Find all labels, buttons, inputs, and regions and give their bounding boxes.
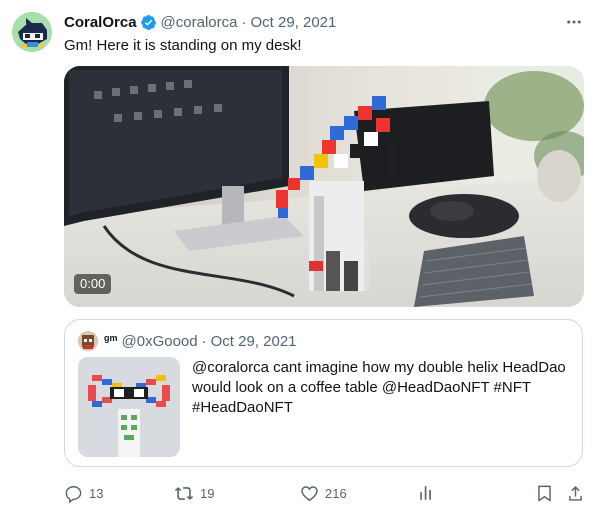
share-button[interactable]	[566, 482, 591, 504]
action-bar: 13 19 216	[64, 482, 586, 504]
bookmark-button[interactable]	[535, 482, 560, 504]
quote-date[interactable]: Oct 29, 2021	[211, 332, 297, 352]
like-button[interactable]: 216	[300, 482, 347, 504]
retweet-button[interactable]: 19	[174, 482, 214, 504]
tweet[interactable]: CoralOrca @coralorca · Oct 29, 2021 Gm! …	[0, 0, 600, 516]
reply-button[interactable]: 13	[64, 482, 103, 504]
quote-handle[interactable]: @0xGoood	[122, 332, 198, 352]
tweet-date[interactable]: Oct 29, 2021	[250, 14, 336, 31]
tweet-video[interactable]	[64, 66, 584, 307]
video-frame-image	[64, 66, 584, 307]
heart-icon	[301, 485, 318, 501]
quote-text: @coralorca cant imagine how my double he…	[192, 359, 566, 416]
handle[interactable]: @coralorca	[161, 14, 238, 31]
separator-dot: ·	[241, 13, 247, 31]
quote-tweet[interactable]: gm @0xGoood · Oct 29, 2021 @coralorca ca…	[64, 319, 583, 467]
display-name[interactable]: CoralOrca	[64, 14, 137, 31]
bookmark-icon	[538, 485, 551, 501]
tweet-text: Gm! Here it is standing on my desk!	[64, 37, 302, 54]
reply-count: 13	[89, 485, 104, 501]
like-count: 216	[325, 485, 347, 501]
views-button[interactable]	[418, 482, 442, 504]
quote-separator-dot: ·	[201, 333, 207, 350]
orca-avatar-image	[12, 12, 52, 52]
retweet-count: 19	[200, 485, 215, 501]
avatar[interactable]	[12, 12, 52, 52]
retweet-icon	[174, 486, 194, 500]
video-timestamp: 0:00	[74, 274, 112, 294]
views-icon	[420, 486, 431, 500]
more-icon[interactable]	[564, 12, 584, 32]
quote-display-name[interactable]: gm	[104, 328, 118, 348]
quote-thumbnail[interactable]	[78, 357, 180, 457]
quote-avatar[interactable]	[78, 331, 98, 351]
verified-badge-icon	[140, 14, 156, 30]
share-icon	[569, 485, 582, 501]
tweet-header: CoralOrca @coralorca · Oct 29, 2021	[64, 12, 336, 32]
quote-header: gm @0xGoood · Oct 29, 2021	[104, 332, 297, 352]
reply-icon	[65, 485, 82, 503]
